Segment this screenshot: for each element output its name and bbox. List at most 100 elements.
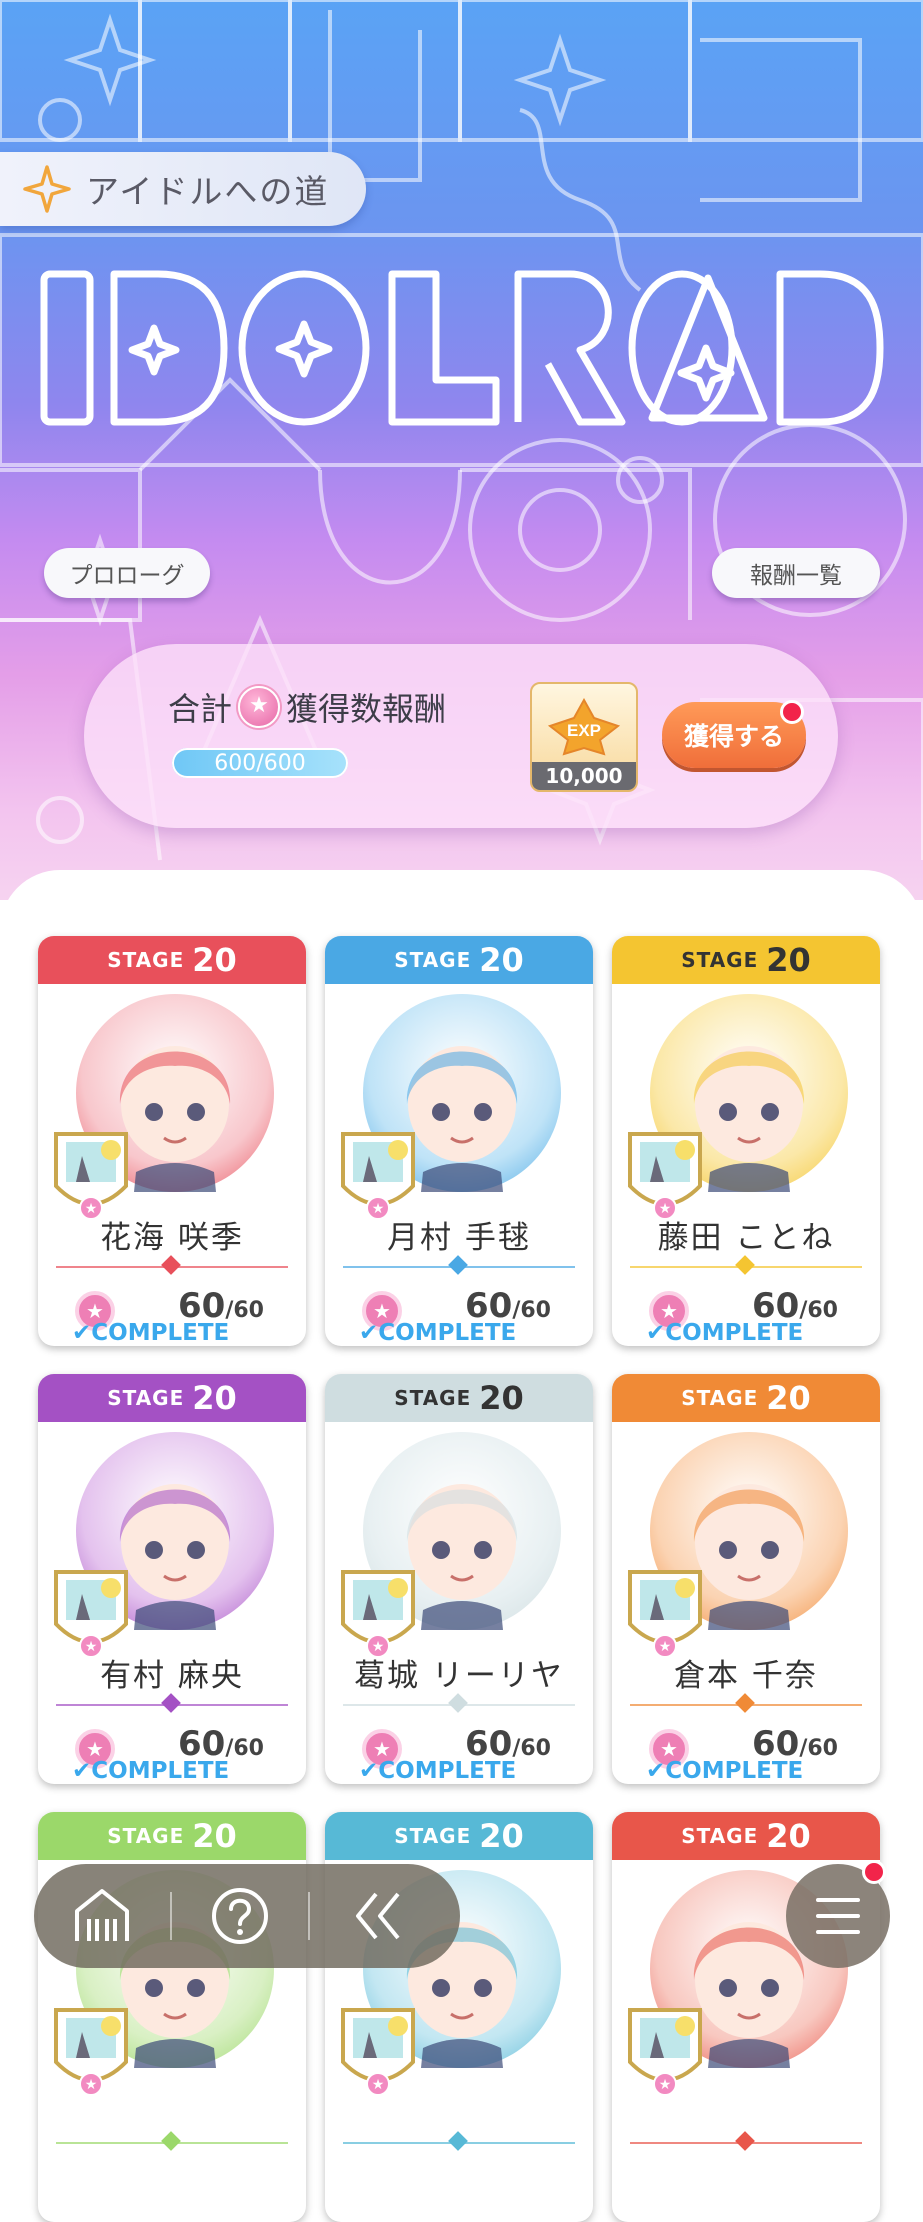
complete-text: COMPLETE — [378, 1758, 517, 1784]
svg-text:★: ★ — [372, 2077, 385, 2093]
stage-number: 20 — [766, 1817, 811, 1855]
exp-label: EXP — [567, 721, 601, 740]
costume-badge-icon: ★ — [341, 1570, 415, 1658]
costume-badge-icon: ★ — [341, 2008, 415, 2096]
svg-text:★: ★ — [85, 2077, 98, 2093]
idol-card[interactable]: STAGE 20 ★ 有村 麻央 ★ 60/60 ✔COMPLETE — [38, 1374, 306, 1784]
stage-word: STAGE — [681, 1386, 759, 1410]
reward-title-suffix: 獲得数報酬 — [286, 690, 447, 728]
reward-progress-text: 600/600 — [214, 750, 306, 776]
rewards-list-button-label: 報酬一覧 — [750, 563, 842, 589]
stage-number: 20 — [766, 941, 811, 979]
idol-card[interactable]: STAGE 20 ★ 月村 手毬 ★ 60/60 ✔COMPLETE — [325, 936, 593, 1346]
prologue-button[interactable]: プロローグ — [44, 548, 210, 598]
svg-text:★: ★ — [659, 2077, 672, 2093]
divider-diamond-icon — [735, 2131, 755, 2151]
coin-count-max: /60 — [799, 1736, 838, 1761]
menu-icon — [816, 1898, 860, 1934]
reward-title: 合計 獲得数報酬 — [168, 684, 446, 730]
complete-label: ✔COMPLETE — [72, 1758, 230, 1784]
idol-name: 有村 麻央 — [100, 1658, 244, 1694]
divider-diamond-icon — [735, 1693, 755, 1713]
complete-text: COMPLETE — [665, 1758, 804, 1784]
stage-word: STAGE — [107, 948, 185, 972]
stage-banner: STAGE 20 — [325, 1812, 593, 1860]
costume-badge-icon: ★ — [54, 1570, 128, 1658]
complete-text: COMPLETE — [378, 1320, 517, 1346]
stage-banner: STAGE 20 — [612, 1812, 880, 1860]
complete-text: COMPLETE — [91, 1320, 230, 1346]
menu-button[interactable] — [786, 1860, 890, 1968]
page-title: アイドルへの道 — [86, 172, 330, 211]
idol-card[interactable]: STAGE 20 ★ 藤田 ことね ★ 60/60 ✔COMPLETE — [612, 936, 880, 1346]
divider-diamond-icon — [448, 2131, 468, 2151]
pink-star-coin-icon — [238, 686, 281, 728]
reward-title-prefix: 合計 — [168, 690, 233, 728]
sparkle-icon — [23, 165, 71, 213]
costume-badge-icon: ★ — [628, 1570, 702, 1658]
coin-count-max: /60 — [225, 1736, 264, 1761]
home-button[interactable] — [34, 1864, 170, 1968]
costume-badge-icon: ★ — [628, 2008, 702, 2096]
help-button[interactable] — [172, 1864, 308, 1968]
stage-word: STAGE — [394, 948, 472, 972]
header-background: アイドルへの道 プロローグ 報酬一覧 合計 獲得数報酬 600/600 — [0, 0, 923, 900]
idol-name: 月村 手毬 — [387, 1220, 531, 1256]
rewards-list-button[interactable]: 報酬一覧 — [712, 548, 880, 598]
divider-diamond-icon — [161, 1693, 181, 1713]
idol-card[interactable]: STAGE 20 ★ 花海 咲季 ★ 60/60 ✔COMPLETE — [38, 936, 306, 1346]
stage-number: 20 — [192, 1817, 237, 1855]
stage-word: STAGE — [394, 1824, 472, 1848]
coin-count-max: /60 — [512, 1736, 551, 1761]
exp-amount: 10,000 — [532, 762, 636, 790]
menu-notification-dot — [862, 1860, 886, 1884]
stage-banner: STAGE 20 — [325, 936, 593, 984]
idol-name: 倉本 千奈 — [674, 1658, 818, 1694]
costume-badge-icon: ★ — [341, 1132, 415, 1220]
divider-diamond-icon — [448, 1693, 468, 1713]
complete-label: ✔COMPLETE — [359, 1758, 517, 1784]
idolroad-logo — [40, 270, 884, 426]
divider-diamond-icon — [448, 1255, 468, 1275]
stage-number: 20 — [479, 941, 524, 979]
exp-reward-item: EXP 10,000 — [530, 682, 638, 792]
total-reward-panel: 合計 獲得数報酬 600/600 EXP 10,000 獲得する — [84, 644, 838, 828]
idol-card[interactable]: STAGE 20 ★ 葛城 リーリヤ ★ 60/60 ✔COMPLETE — [325, 1374, 593, 1784]
complete-label: ✔COMPLETE — [646, 1758, 804, 1784]
bottom-nav — [34, 1864, 460, 1968]
coin-count-max: /60 — [225, 1298, 264, 1323]
stage-word: STAGE — [681, 1824, 759, 1848]
complete-text: COMPLETE — [91, 1758, 230, 1784]
divider-diamond-icon — [735, 1255, 755, 1275]
idol-name: 花海 咲季 — [100, 1220, 244, 1256]
notification-dot — [780, 700, 804, 724]
help-icon — [212, 1888, 268, 1944]
divider-diamond-icon — [161, 2131, 181, 2151]
stage-number: 20 — [766, 1379, 811, 1417]
exp-icon: EXP — [547, 698, 621, 756]
stage-number: 20 — [192, 941, 237, 979]
stage-number: 20 — [479, 1379, 524, 1417]
stage-number: 20 — [192, 1379, 237, 1417]
stage-banner: STAGE 20 — [612, 936, 880, 984]
coin-count-max: /60 — [512, 1298, 551, 1323]
costume-badge-icon: ★ — [54, 2008, 128, 2096]
complete-label: ✔COMPLETE — [359, 1320, 517, 1346]
costume-badge-icon: ★ — [628, 1132, 702, 1220]
stage-banner: STAGE 20 — [38, 936, 306, 984]
prologue-button-label: プロローグ — [69, 563, 185, 589]
complete-label: ✔COMPLETE — [646, 1320, 804, 1346]
idol-card[interactable]: STAGE 20 ★ 倉本 千奈 ★ 60/60 ✔COMPLETE — [612, 1374, 880, 1784]
page-title-pill: アイドルへの道 — [0, 152, 366, 226]
stage-banner: STAGE 20 — [612, 1374, 880, 1422]
back-button[interactable] — [310, 1864, 446, 1968]
complete-text: COMPLETE — [665, 1320, 804, 1346]
coin-count-max: /60 — [799, 1298, 838, 1323]
idol-name: 葛城 リーリヤ — [354, 1658, 564, 1694]
idol-name: 藤田 ことね — [657, 1220, 835, 1256]
stage-word: STAGE — [394, 1386, 472, 1410]
stage-banner: STAGE 20 — [38, 1812, 306, 1860]
stage-word: STAGE — [107, 1386, 185, 1410]
back-icon — [356, 1892, 400, 1940]
reward-progress-bar: 600/600 — [172, 748, 348, 778]
